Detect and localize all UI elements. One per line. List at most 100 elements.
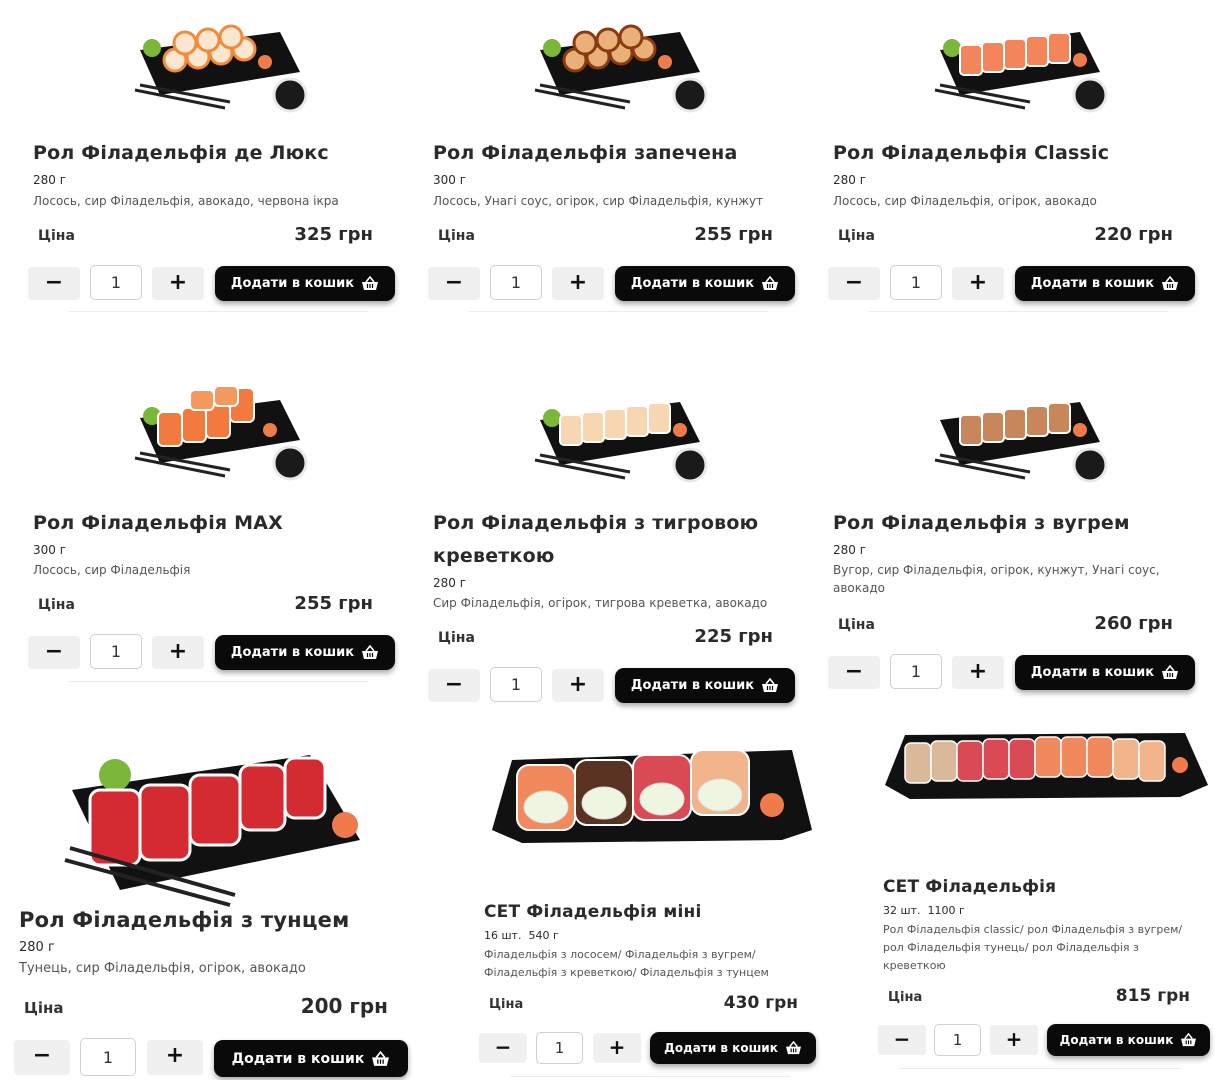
quantity-increase-button[interactable]: +	[552, 267, 604, 300]
basket-icon	[362, 645, 379, 659]
quantity-input[interactable]	[890, 265, 942, 300]
product-description: Тунець, сир Філадельфія, огірок, авокадо	[19, 961, 306, 976]
quantity-input[interactable]	[490, 667, 542, 702]
product-card: Рол Філадельфія MAX 300 г Лосось, сир Фі…	[0, 370, 410, 690]
product-title[interactable]: Рол Філадельфія де Люкс	[33, 137, 403, 170]
add-to-cart-button[interactable]: Додати в кошик	[214, 1040, 408, 1077]
product-card: Рол Філадельфія Classic 280 г Лосось, си…	[800, 0, 1210, 320]
quantity-decrease-button[interactable]: −	[828, 656, 880, 689]
quantity-input[interactable]	[890, 654, 942, 689]
add-to-cart-label: Додати в кошик	[664, 1041, 778, 1055]
quantity-increase-button[interactable]: +	[593, 1033, 641, 1063]
price-label: Ціна	[838, 228, 875, 244]
quantity-decrease-button[interactable]: −	[28, 267, 80, 300]
add-to-cart-button[interactable]: Додати в кошик	[1015, 266, 1195, 301]
add-to-cart-button[interactable]: Додати в кошик	[215, 635, 395, 670]
quantity-decrease-button[interactable]: −	[479, 1033, 527, 1063]
product-description: Рол Філадельфія classic/ рол Філадельфія…	[883, 923, 1183, 972]
product-title[interactable]: СЕТ Філадельфія	[883, 871, 1203, 904]
price-label: Ціна	[38, 228, 75, 244]
product-card: Рол Філадельфія з тунцем 280 г Тунець, с…	[0, 720, 420, 1080]
quantity-increase-button[interactable]: +	[152, 267, 204, 300]
product-description: Вугор, сир Філадельфія, огірок, кунжут, …	[833, 563, 1160, 595]
card-divider	[468, 311, 768, 312]
price-label: Ціна	[438, 630, 475, 646]
add-to-cart-button[interactable]: Додати в кошик	[215, 266, 395, 301]
product-price: 255 грн	[294, 593, 373, 614]
add-to-cart-button[interactable]: Додати в кошик	[650, 1032, 816, 1064]
product-price: 255 грн	[694, 224, 773, 245]
product-image[interactable]	[530, 10, 715, 115]
product-weight: 16 шт. 540 г	[484, 929, 559, 942]
product-price: 815 грн	[1115, 986, 1190, 1006]
card-divider	[510, 1076, 790, 1077]
card-divider	[900, 1068, 1180, 1069]
quantity-increase-button[interactable]: +	[552, 669, 604, 702]
product-image[interactable]	[60, 730, 370, 915]
quantity-input[interactable]	[90, 634, 142, 669]
quantity-decrease-button[interactable]: −	[878, 1025, 926, 1055]
product-price: 325 грн	[294, 224, 373, 245]
product-price: 225 грн	[694, 626, 773, 647]
quantity-increase-button[interactable]: +	[147, 1040, 203, 1075]
add-to-cart-label: Додати в кошик	[230, 276, 355, 291]
product-title[interactable]: Рол Філадельфія з тунцем	[19, 904, 409, 937]
product-card: Рол Філадельфія з тигровою креветкою 280…	[400, 370, 810, 710]
product-title[interactable]: Рол Філадельфія з вугрем	[833, 507, 1203, 540]
product-weight: 300 г	[33, 543, 67, 557]
quantity-decrease-button[interactable]: −	[14, 1040, 70, 1075]
add-to-cart-button[interactable]: Додати в кошик	[615, 266, 795, 301]
product-title[interactable]: Рол Філадельфія з тигровою креветкою	[433, 507, 773, 573]
price-label: Ціна	[24, 999, 64, 1017]
product-title[interactable]: СЕТ Філадельфія міні	[484, 896, 814, 929]
basket-icon	[762, 276, 779, 290]
product-title[interactable]: Рол Філадельфія запечена	[433, 137, 803, 170]
product-image[interactable]	[482, 725, 817, 860]
product-title[interactable]: Рол Філадельфія MAX	[33, 507, 403, 540]
quantity-decrease-button[interactable]: −	[28, 636, 80, 669]
add-to-cart-label: Додати в кошик	[630, 678, 755, 693]
price-label: Ціна	[438, 228, 475, 244]
product-image[interactable]	[130, 378, 315, 483]
basket-icon	[762, 678, 779, 692]
card-divider	[68, 681, 368, 682]
basket-icon	[1162, 276, 1179, 290]
product-description: Лосось, сир Філадельфія, авокадо, червон…	[33, 194, 339, 208]
quantity-increase-button[interactable]: +	[152, 636, 204, 669]
add-to-cart-button[interactable]: Додати в кошик	[615, 668, 795, 703]
add-to-cart-button[interactable]: Додати в кошик	[1015, 655, 1195, 690]
product-image[interactable]	[930, 380, 1115, 485]
quantity-input[interactable]	[490, 265, 542, 300]
product-image[interactable]	[130, 10, 315, 115]
product-description: Сир Філадельфія, огірок, тигрова креветк…	[433, 596, 768, 610]
product-image[interactable]	[880, 725, 1210, 805]
price-label: Ціна	[489, 997, 524, 1012]
basket-icon	[372, 1050, 390, 1066]
product-card: СЕТ Філадельфія 32 шт. 1100 г Рол Філаде…	[870, 720, 1220, 1080]
add-to-cart-label: Додати в кошик	[1030, 276, 1155, 291]
product-price: 200 грн	[300, 994, 388, 1018]
quantity-input[interactable]	[934, 1024, 981, 1056]
card-divider	[68, 311, 368, 312]
quantity-input[interactable]	[90, 265, 142, 300]
product-image[interactable]	[930, 10, 1115, 115]
product-weight: 280 г	[19, 940, 55, 955]
product-description: Філадельфія з лососем/ Філадельфія з вуг…	[484, 948, 769, 979]
quantity-decrease-button[interactable]: −	[428, 669, 480, 702]
product-weight: 280 г	[433, 576, 467, 590]
basket-icon	[785, 1041, 801, 1055]
quantity-input[interactable]	[536, 1032, 583, 1064]
product-price: 220 грн	[1094, 224, 1173, 245]
quantity-increase-button[interactable]: +	[952, 656, 1004, 689]
quantity-increase-button[interactable]: +	[990, 1025, 1038, 1055]
product-card: Рол Філадельфія де Люкс 280 г Лосось, си…	[0, 0, 410, 320]
add-to-cart-button[interactable]: Додати в кошик	[1047, 1024, 1210, 1056]
product-description: Лосось, сир Філадельфія, огірок, авокадо	[833, 194, 1097, 208]
product-title[interactable]: Рол Філадельфія Classic	[833, 137, 1203, 170]
quantity-increase-button[interactable]: +	[952, 267, 1004, 300]
quantity-decrease-button[interactable]: −	[828, 267, 880, 300]
quantity-decrease-button[interactable]: −	[428, 267, 480, 300]
quantity-input[interactable]	[80, 1038, 136, 1076]
product-weight: 280 г	[833, 543, 867, 557]
product-image[interactable]	[530, 380, 715, 485]
